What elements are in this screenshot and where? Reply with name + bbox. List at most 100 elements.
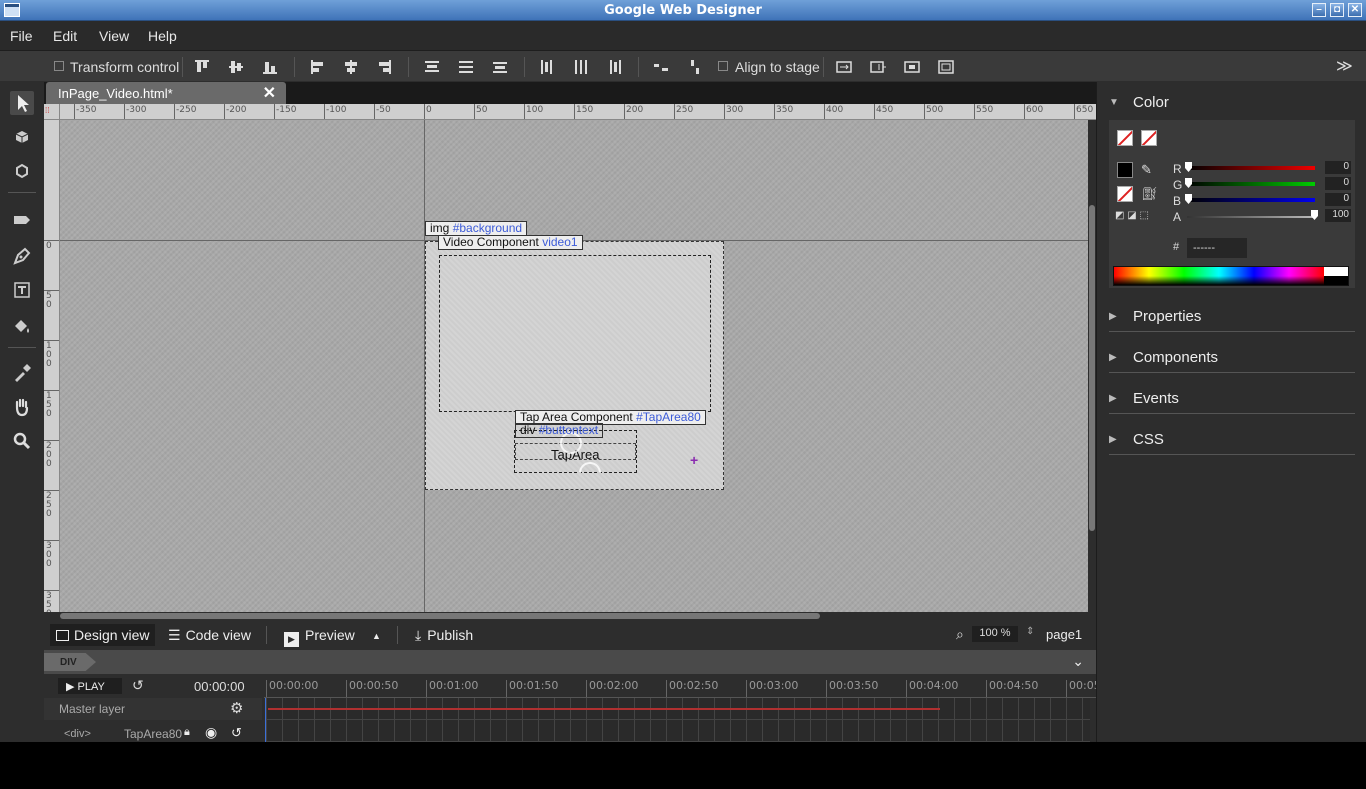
video-component-box[interactable] [439,255,711,412]
timeline-time-label: 00:00:50 [349,679,399,692]
properties-section-header[interactable]: ▶ Properties [1109,306,1355,330]
distribute-right-icon[interactable] [606,58,624,76]
stage[interactable]: TapArea + [425,241,724,490]
close-button[interactable]: ✕ [1348,3,1362,17]
3d-object-translation-tool-icon[interactable] [10,159,34,183]
green-value[interactable]: 0 [1325,177,1351,190]
tools-panel [0,82,44,742]
color-spectrum[interactable] [1113,266,1349,286]
components-section-header[interactable]: ▶ Components [1109,347,1355,371]
hand-tool-icon[interactable] [10,395,34,419]
red-value[interactable]: 0 [1325,161,1351,174]
align-left-icon[interactable] [309,58,327,76]
transform-control-checkbox[interactable] [54,61,64,71]
canvas-horizontal-scrollbar[interactable] [60,612,1088,620]
preview-button[interactable]: ▶ Preview [278,624,361,647]
restore-button[interactable]: ◘ [1330,3,1344,17]
fit-width-icon[interactable] [835,58,853,76]
background-element-label[interactable]: img #background [425,221,528,236]
fit-size-icon[interactable] [903,58,921,76]
menu-file[interactable]: File [10,28,33,44]
collapse-timeline-icon[interactable]: ⌄ [1072,653,1084,670]
video-element-label[interactable]: Video Component video1 [438,235,583,250]
stroke-none-swatch[interactable] [1117,130,1133,146]
timeline-tick [906,680,907,697]
space-horizontal-icon[interactable] [652,58,670,76]
text-tool-icon[interactable] [10,278,34,302]
fit-stage-icon[interactable] [937,58,955,76]
minimize-button[interactable]: – [1312,3,1326,17]
paint-bucket-icon[interactable]: ⛽︎ [1141,186,1158,202]
align-bottom-icon[interactable] [261,58,279,76]
alpha-slider[interactable]: A 100 [1173,209,1351,224]
distribute-top-icon[interactable] [423,58,441,76]
collapse-toolbar-button[interactable]: ≫ [1336,56,1353,76]
css-section-header[interactable]: ▶ CSS [1109,429,1355,453]
blue-slider[interactable]: B 0 [1173,193,1351,208]
zoom-input[interactable]: 100 % [972,626,1018,642]
hex-input[interactable]: ------ [1187,238,1247,258]
fit-height-icon[interactable] [869,58,887,76]
fill-none-swatch[interactable] [1141,130,1157,146]
selection-tool-icon[interactable] [10,91,34,115]
distribute-center-icon[interactable] [572,58,590,76]
menu-help[interactable]: Help [148,28,177,44]
pen-tool-icon[interactable] [10,244,34,268]
gear-icon[interactable]: ⚙ [230,699,243,717]
buttontext-element-label[interactable]: div #buttontext [515,423,604,438]
scroll-thumb[interactable] [1089,205,1095,531]
lock-icon[interactable]: 🔒︎ [184,726,190,739]
pencil-icon[interactable]: ✎ [1141,162,1152,178]
current-time: 00:00:00 [194,679,245,694]
preview-dropdown-icon[interactable]: ▲ [366,628,387,650]
eye-icon[interactable]: ◉ [205,724,217,741]
layer-row[interactable]: <div> TapArea80 🔒︎ ◉ ↺ [44,724,262,742]
ruler-tick [44,290,59,291]
green-slider[interactable]: G 0 [1173,177,1351,192]
design-view-button[interactable]: Design view [50,624,156,646]
swap-colors-icon[interactable]: ◩ ◪ ⬚ [1115,210,1149,221]
align-middle-icon[interactable] [227,58,245,76]
master-layer-row[interactable]: Master layer ⚙ [44,698,262,720]
zoom-tool-icon[interactable] [10,429,34,453]
timeline-ruler[interactable]: 00:00:00 00:00:50 00:01:00 00:01:50 00:02:00… [264,674,1101,698]
menu-view[interactable]: View [99,28,129,44]
space-vertical-icon[interactable] [686,58,704,76]
fill-color-swatch[interactable] [1117,186,1133,202]
align-right-icon[interactable] [375,58,393,76]
align-to-stage-checkbox[interactable] [718,61,728,71]
play-button[interactable]: ▶ PLAY [58,678,122,694]
align-center-icon[interactable] [342,58,360,76]
timeline-tick [746,680,747,697]
undo-icon[interactable]: ↺ [231,725,242,741]
document-tab[interactable]: InPage_Video.html* ✕ [46,82,286,104]
close-tab-icon[interactable]: ✕ [263,83,276,103]
page-selector[interactable]: page1 [1046,627,1082,642]
playhead[interactable] [265,698,266,742]
publish-button[interactable]: ⤓ Publish [409,624,479,646]
loop-icon[interactable]: ↺ [132,677,144,694]
stroke-color-swatch[interactable] [1117,162,1133,178]
timeline-track[interactable]: 00:00:00 00:00:50 00:01:00 00:01:50 00:02:00… [264,674,1101,742]
events-section-header[interactable]: ▶ Events [1109,388,1355,412]
zoom-stepper-icon[interactable]: ⇕ [1026,626,1034,637]
distribute-left-icon[interactable] [538,58,556,76]
red-slider[interactable]: R 0 [1173,161,1351,176]
distribute-middle-icon[interactable] [457,58,475,76]
alpha-value[interactable]: 100 [1325,209,1351,222]
color-section-header[interactable]: ▼ Color [1109,92,1355,116]
code-view-button[interactable]: ☰ Code view [162,624,257,646]
scroll-thumb[interactable] [60,613,820,619]
blue-value[interactable]: 0 [1325,193,1351,206]
design-canvas[interactable]: TapArea + img #background Video Componen… [60,120,1088,612]
color-picker-tool-icon[interactable] [10,361,34,385]
tag-tool-icon[interactable] [10,208,34,232]
menu-edit[interactable]: Edit [53,28,77,44]
3d-object-rotation-tool-icon[interactable] [10,125,34,149]
canvas-vertical-scrollbar[interactable] [1088,120,1096,612]
fill-tool-icon[interactable] [10,314,34,338]
distribute-bottom-icon[interactable] [491,58,509,76]
timeline-grid[interactable] [266,698,1090,742]
breadcrumb-div[interactable]: DIV [44,653,96,671]
align-top-icon[interactable] [193,58,211,76]
